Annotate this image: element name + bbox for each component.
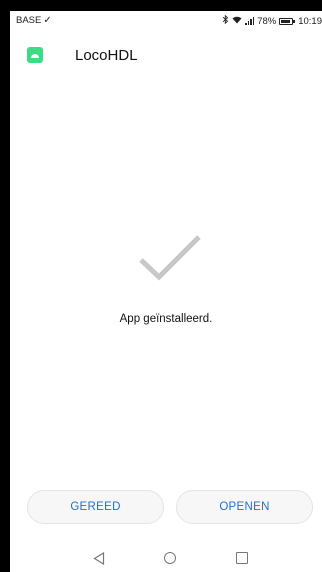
app-name: LocoHDL: [75, 47, 138, 64]
installer-screen: BASE ✓ 78% 10:19 LocoHDL App geïnstallee…: [10, 11, 322, 572]
open-button[interactable]: OPENEN: [176, 490, 313, 524]
done-button[interactable]: GEREED: [27, 490, 164, 524]
carrier-label: BASE: [16, 15, 42, 26]
battery-percent: 78%: [257, 15, 277, 27]
navigation-bar: [10, 547, 322, 572]
wifi-icon: [232, 16, 242, 27]
android-icon: [27, 47, 43, 63]
status-left: BASE ✓: [16, 15, 52, 26]
checkmark-icon: [139, 235, 201, 281]
bluetooth-icon: [222, 14, 229, 27]
install-status-message: App geïnstalleerd.: [119, 313, 213, 325]
recents-icon[interactable]: [236, 552, 248, 564]
signal-icon: [245, 17, 255, 25]
battery-icon: [279, 17, 296, 25]
clock: 10:19: [298, 15, 322, 27]
download-done-icon: ✓: [43, 14, 52, 26]
home-icon[interactable]: [164, 552, 176, 564]
app-header: LocoHDL: [10, 43, 322, 71]
back-icon[interactable]: [93, 552, 105, 565]
status-bar: BASE ✓ 78% 10:19: [10, 11, 322, 31]
status-right: 78% 10:19: [222, 14, 322, 27]
